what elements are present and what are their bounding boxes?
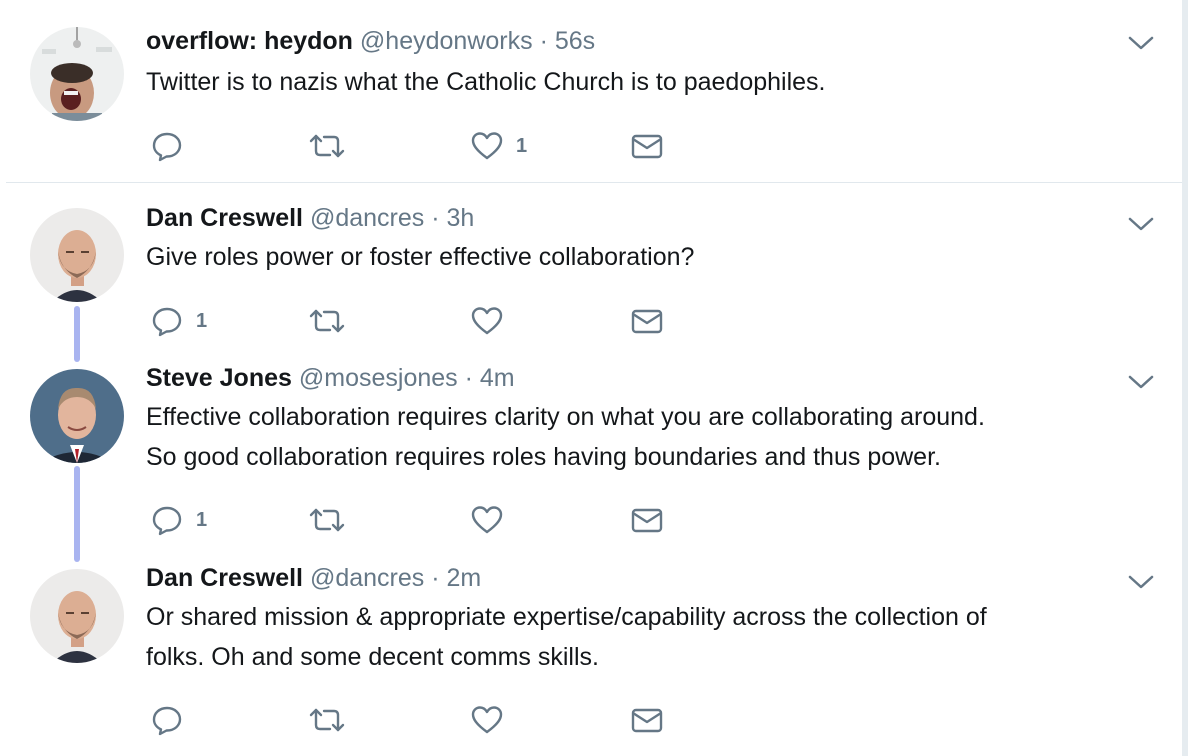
- chevron-down-icon[interactable]: [1126, 372, 1156, 392]
- direct-message-button[interactable]: [630, 129, 664, 163]
- avatar[interactable]: [30, 27, 124, 121]
- tweet-text-line: Effective collaboration requires clarity…: [146, 403, 985, 431]
- tweet-text: Or shared mission & appropriate expertis…: [146, 597, 1136, 677]
- reply-button[interactable]: [150, 129, 196, 163]
- heart-icon: [470, 503, 504, 537]
- tweet-text: Give roles power or foster effective col…: [146, 237, 1136, 277]
- reply-button[interactable]: 1: [150, 304, 207, 338]
- tweet[interactable]: Dan Creswell @dancres · 2m Or shared mis…: [0, 553, 1188, 756]
- retweet-icon: [308, 129, 346, 163]
- author-name[interactable]: Steve Jones: [146, 364, 292, 392]
- reply-count: 1: [196, 309, 208, 332]
- chevron-down-icon[interactable]: [1126, 572, 1156, 592]
- reply-icon: [150, 129, 184, 163]
- like-button[interactable]: 1: [470, 129, 527, 163]
- separator: ·: [464, 364, 473, 392]
- retweet-icon: [308, 503, 346, 537]
- tweet-text-line: So good collaboration requires roles hav…: [146, 443, 941, 471]
- timestamp[interactable]: 3h: [447, 204, 475, 232]
- timestamp[interactable]: 2m: [447, 564, 482, 592]
- tweet-text-line: folks. Oh and some decent comms skills.: [146, 643, 599, 671]
- envelope-icon: [630, 703, 664, 737]
- tweet-text-line: Or shared mission & appropriate expertis…: [146, 603, 987, 631]
- tweet-timeline: overflow: heydon @heydonworks · 56s Twit…: [0, 0, 1188, 756]
- retweet-button[interactable]: [308, 703, 346, 737]
- author-name[interactable]: Dan Creswell: [146, 204, 303, 232]
- heart-icon: [470, 703, 504, 737]
- like-button[interactable]: [470, 703, 516, 737]
- author-name[interactable]: Dan Creswell: [146, 564, 303, 592]
- tweet-text: Twitter is to nazis what the Catholic Ch…: [146, 62, 1136, 102]
- separator: ·: [431, 564, 440, 592]
- tweet-text-line: Give roles power or foster effective col…: [146, 243, 695, 271]
- separator: ·: [431, 204, 440, 232]
- author-handle[interactable]: @dancres: [310, 564, 424, 592]
- avatar[interactable]: [30, 569, 124, 663]
- heart-icon: [470, 129, 504, 163]
- separator: ·: [539, 27, 548, 55]
- author-handle[interactable]: @mosesjones: [299, 364, 458, 392]
- direct-message-button[interactable]: [630, 703, 664, 737]
- reply-icon: [150, 304, 184, 338]
- tweet-header: Dan Creswell @dancres · 2m: [146, 562, 481, 594]
- heart-icon: [470, 304, 504, 338]
- reply-button[interactable]: 1: [150, 503, 207, 537]
- avatar[interactable]: [30, 369, 124, 463]
- like-count: 1: [516, 134, 528, 157]
- timestamp[interactable]: 56s: [555, 27, 595, 55]
- envelope-icon: [630, 503, 664, 537]
- reply-icon: [150, 503, 184, 537]
- author-handle[interactable]: @heydonworks: [360, 27, 533, 55]
- reply-button[interactable]: [150, 703, 196, 737]
- direct-message-button[interactable]: [630, 503, 664, 537]
- avatar[interactable]: [30, 208, 124, 302]
- chevron-down-icon[interactable]: [1126, 214, 1156, 234]
- tweet-header: Dan Creswell @dancres · 3h: [146, 202, 474, 234]
- author-handle[interactable]: @dancres: [310, 204, 424, 232]
- retweet-icon: [308, 703, 346, 737]
- envelope-icon: [630, 129, 664, 163]
- tweet-header: overflow: heydon @heydonworks · 56s: [146, 25, 595, 57]
- direct-message-button[interactable]: [630, 304, 664, 338]
- reply-count: 1: [196, 508, 208, 531]
- retweet-button[interactable]: [308, 129, 346, 163]
- author-name[interactable]: overflow: heydon: [146, 27, 353, 55]
- tweet-header: Steve Jones @mosesjones · 4m: [146, 362, 515, 394]
- tweet[interactable]: Steve Jones @mosesjones · 4m Effective c…: [0, 353, 1188, 553]
- tweet-text: Effective collaboration requires clarity…: [146, 397, 1136, 477]
- chevron-down-icon[interactable]: [1126, 33, 1156, 53]
- retweet-button[interactable]: [308, 503, 346, 537]
- retweet-icon: [308, 304, 346, 338]
- envelope-icon: [630, 304, 664, 338]
- timeline-edge: [1182, 0, 1188, 756]
- timestamp[interactable]: 4m: [480, 364, 515, 392]
- retweet-button[interactable]: [308, 304, 346, 338]
- like-button[interactable]: [470, 503, 516, 537]
- tweet-text-line: Twitter is to nazis what the Catholic Ch…: [146, 68, 826, 96]
- reply-icon: [150, 703, 184, 737]
- tweet[interactable]: Dan Creswell @dancres · 3h Give roles po…: [0, 183, 1188, 353]
- like-button[interactable]: [470, 304, 516, 338]
- tweet[interactable]: overflow: heydon @heydonworks · 56s Twit…: [0, 0, 1188, 182]
